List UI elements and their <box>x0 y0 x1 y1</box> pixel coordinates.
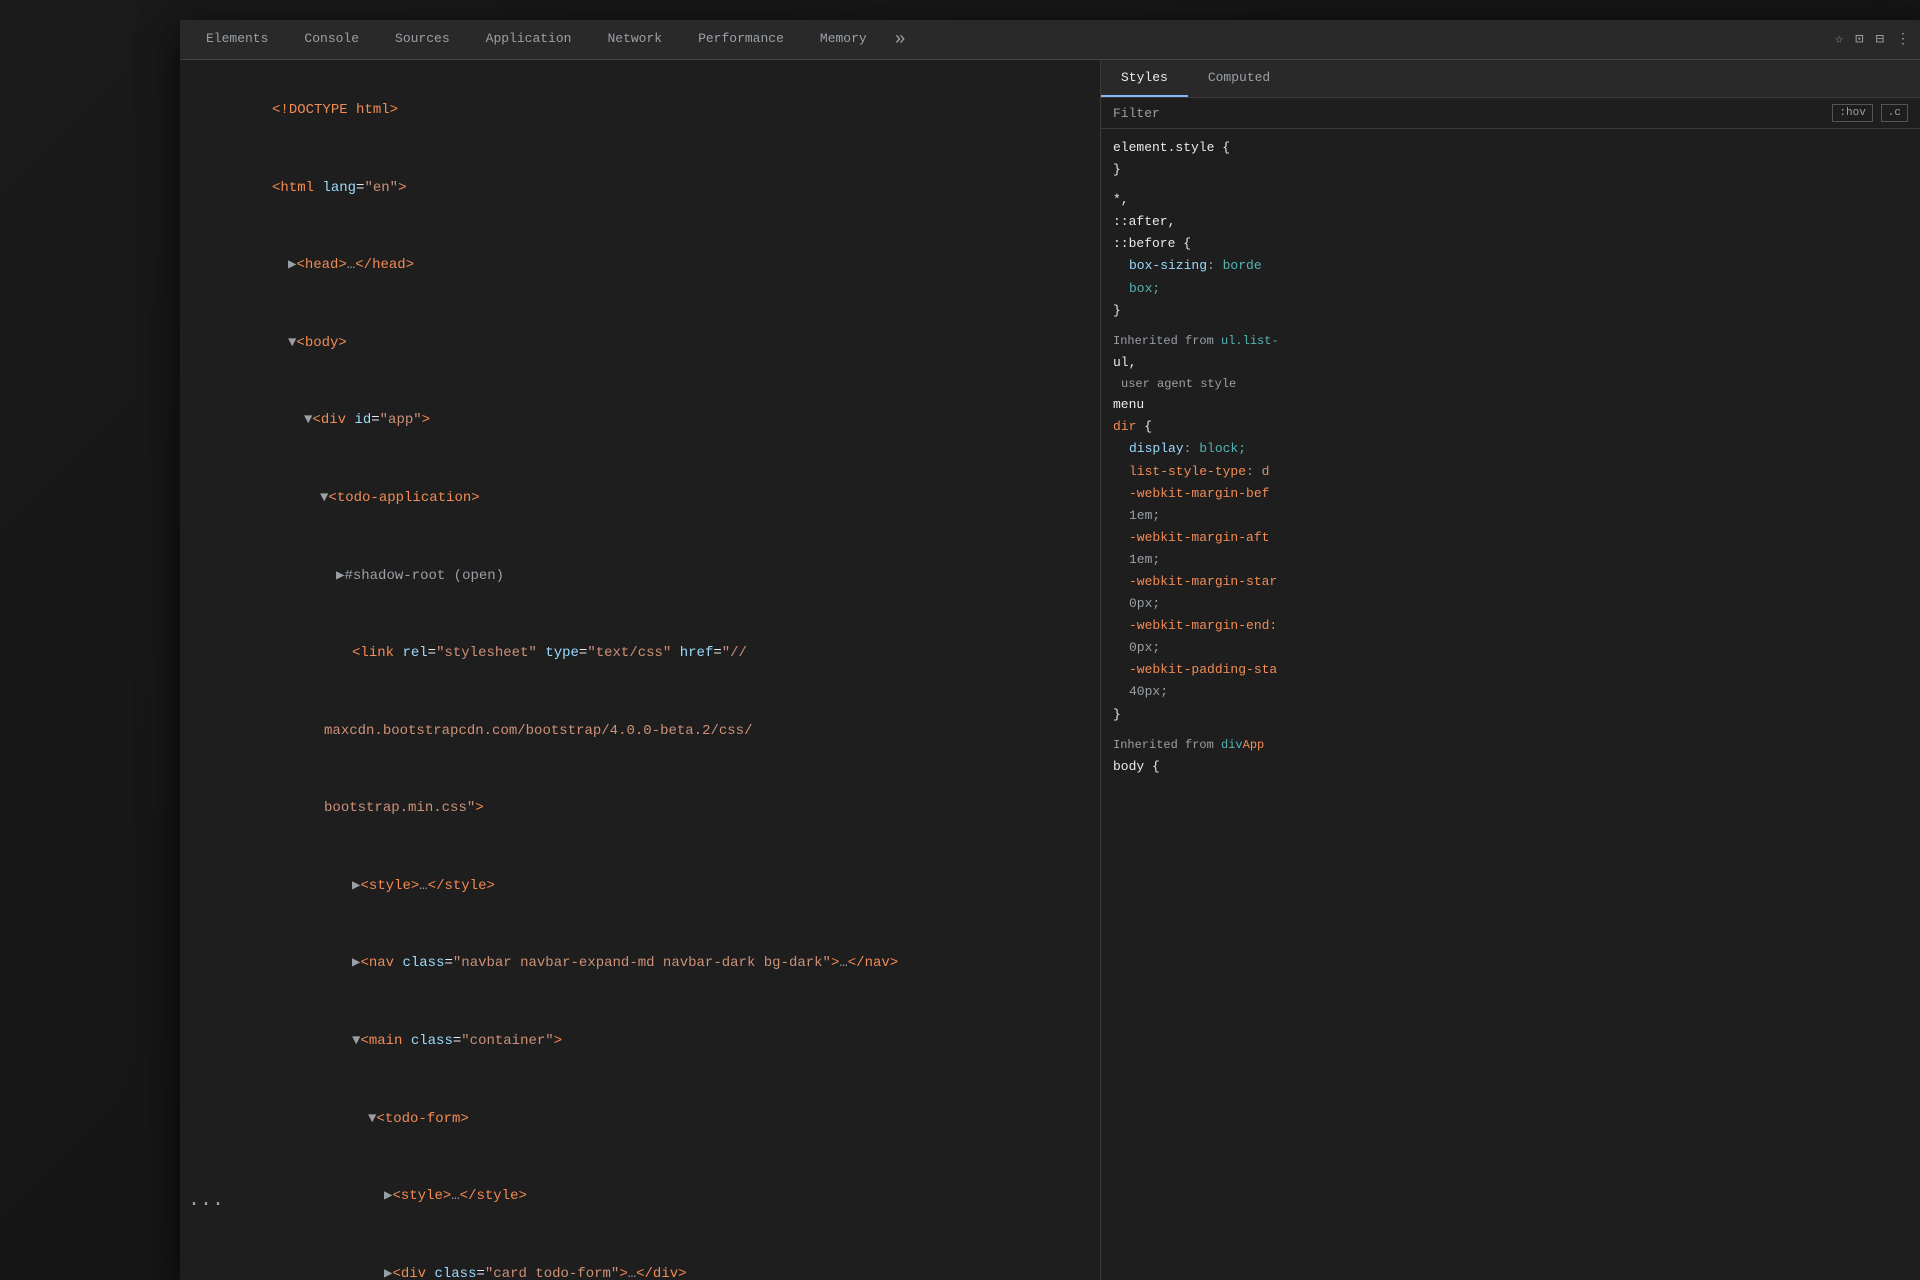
filter-dot[interactable]: .c <box>1881 104 1908 122</box>
style-line2[interactable]: ▶<style>…</style> <box>180 1158 1100 1236</box>
webkit-padding-start: -webkit-padding-sta <box>1113 659 1908 681</box>
nav-line[interactable]: ▶<nav class="navbar navbar-expand-md nav… <box>180 925 1100 1003</box>
styles-computed-tabs: Styles Computed <box>1101 60 1920 98</box>
filter-label: Filter <box>1113 106 1160 121</box>
dom-tree-panel: <!DOCTYPE html> <html lang="en"> ▶<head>… <box>180 60 1100 1280</box>
webkit-margin-start: -webkit-margin-star <box>1113 571 1908 593</box>
filter-bar: Filter :hov .c <box>1101 98 1920 129</box>
webkit-margin-aft: -webkit-margin-aft <box>1113 527 1908 549</box>
div-app-line[interactable]: ▼<div id="app"> <box>180 382 1100 460</box>
todo-app-line[interactable]: ▼<todo-application> <box>180 460 1100 538</box>
todo-form-open[interactable]: ▼<todo-form> <box>180 1080 1100 1158</box>
main-line[interactable]: ▼<main class="container"> <box>180 1003 1100 1081</box>
link-line3: bootstrap.min.css"> <box>180 770 1100 848</box>
filter-input[interactable] <box>1168 106 1825 121</box>
webkit-margin-bef: -webkit-margin-bef <box>1113 483 1908 505</box>
shadow-root-line[interactable]: ▶#shadow-root (open) <box>180 537 1100 615</box>
webkit-margin-start-val: 0px; <box>1113 593 1908 615</box>
before-selector: ::before { <box>1113 236 1191 251</box>
window-controls: ☆ ⊡ ⊟ ⋮ <box>1835 31 1910 48</box>
link-line2: maxcdn.bootstrapcdn.com/bootstrap/4.0.0-… <box>180 693 1100 771</box>
html-line[interactable]: <html lang="en"> <box>180 150 1100 228</box>
list-style-prop: list-style-type: d <box>1113 461 1908 483</box>
star-rule: *, ::after, ::before { box-sizing: borde… <box>1113 189 1908 322</box>
head-line[interactable]: ▶<head>…</head> <box>180 227 1100 305</box>
tab-network[interactable]: Network <box>591 23 678 56</box>
display-prop: display: block; <box>1113 438 1908 460</box>
element-style-close: } <box>1113 162 1121 177</box>
more-dots: ··· <box>180 1189 232 1220</box>
body-line[interactable]: ▼<body> <box>180 305 1100 383</box>
ul-rule: ul, user agent style menu dir { display:… <box>1113 352 1908 726</box>
tab-computed[interactable]: Computed <box>1188 60 1290 97</box>
style-line1[interactable]: ▶<style>…</style> <box>180 848 1100 926</box>
element-style-selector: element.style { <box>1113 140 1230 155</box>
after-selector: ::after, <box>1113 214 1175 229</box>
tab-elements[interactable]: Elements <box>190 23 284 56</box>
webkit-margin-bef-val: 1em; <box>1113 505 1908 527</box>
menu-icon[interactable]: ⋮ <box>1896 31 1910 48</box>
box-sizing-prop: box-sizing: borde <box>1113 255 1908 277</box>
tab-styles[interactable]: Styles <box>1101 60 1188 97</box>
tab-sources[interactable]: Sources <box>379 23 466 56</box>
inherited-label-1: Inherited from ul.list- <box>1113 334 1908 348</box>
tab-console[interactable]: Console <box>288 23 375 56</box>
cast-icon[interactable]: ⊟ <box>1876 31 1884 48</box>
box-val: box; <box>1113 278 1908 300</box>
doctype-line: <!DOCTYPE html> <box>180 72 1100 150</box>
webkit-margin-aft-val: 1em; <box>1113 549 1908 571</box>
styles-content: element.style { } *, ::after, ::before {… <box>1101 129 1920 1280</box>
bookmark-icon[interactable]: ☆ <box>1835 31 1843 48</box>
body-rule: body { <box>1113 756 1908 778</box>
div-card-line[interactable]: ▶<div class="card todo-form">…</div> <box>180 1235 1100 1280</box>
element-style-rule: element.style { } <box>1113 137 1908 181</box>
devtools-tab-bar: Elements Console Sources Application Net… <box>180 20 1920 60</box>
link-line1[interactable]: <link rel="stylesheet" type="text/css" h… <box>180 615 1100 693</box>
star-selector: *, <box>1113 192 1129 207</box>
filter-hov[interactable]: :hov <box>1832 104 1872 122</box>
tab-performance[interactable]: Performance <box>682 23 800 56</box>
webkit-padding-start-val: 40px; <box>1113 681 1908 703</box>
tab-memory[interactable]: Memory <box>804 23 883 56</box>
settings-icon[interactable]: ⊡ <box>1855 31 1863 48</box>
inherited-label-2: Inherited from divApp <box>1113 738 1908 752</box>
tab-application[interactable]: Application <box>470 23 588 56</box>
tab-more[interactable]: » <box>887 30 914 50</box>
webkit-margin-end-val: 0px; <box>1113 637 1908 659</box>
webkit-margin-end: -webkit-margin-end: <box>1113 615 1908 637</box>
styles-panel: Styles Computed Filter :hov .c <box>1100 60 1920 1280</box>
